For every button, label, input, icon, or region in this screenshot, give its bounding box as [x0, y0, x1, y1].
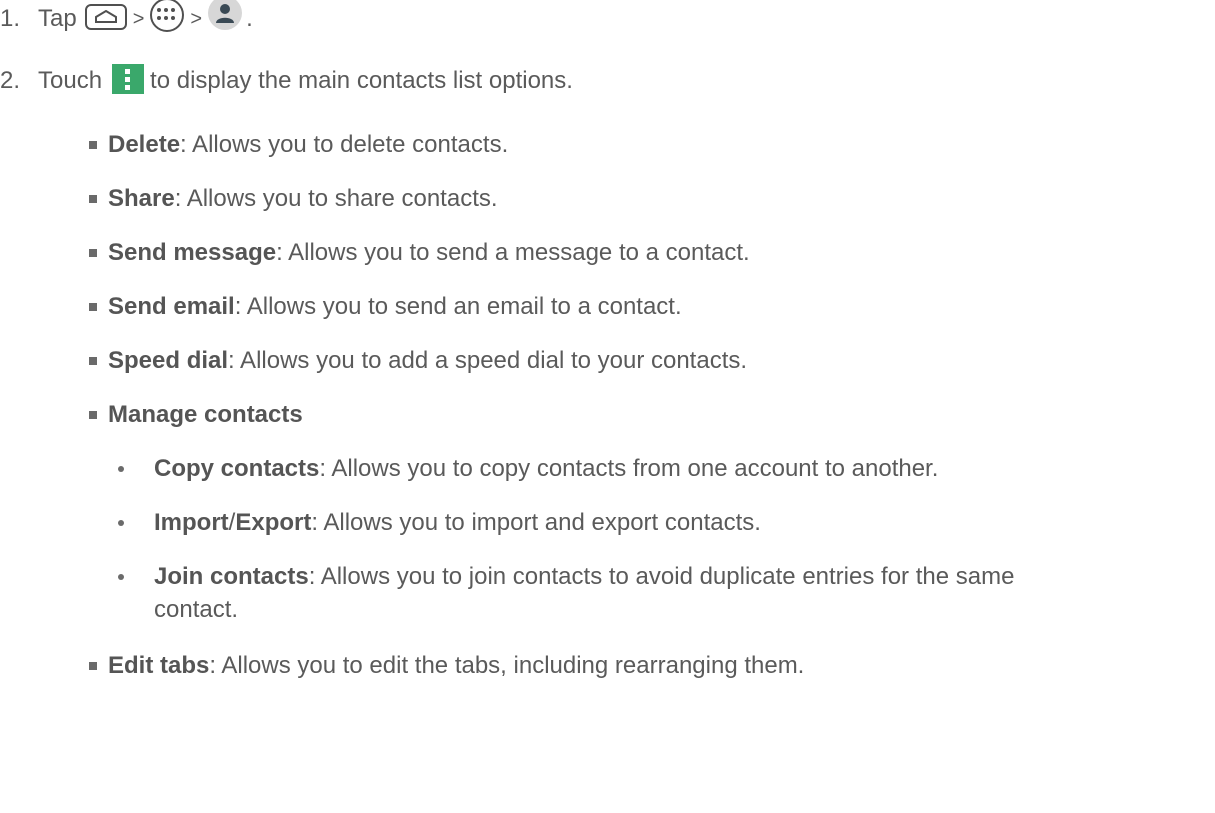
option-desc: : Allows you to edit the tabs, including… — [209, 652, 805, 679]
sub-list-item: Import/Export: Allows you to import and … — [154, 508, 761, 538]
bullet-icon — [89, 411, 97, 419]
list-item: Share: Allows you to share contacts. — [108, 184, 498, 214]
option-desc: : Allows you to delete contacts. — [180, 131, 509, 158]
apps-icon — [150, 0, 185, 32]
sub-bullet-icon — [118, 574, 124, 580]
option-desc: : Allows you to send an email to a conta… — [234, 293, 682, 320]
option-term: Send message — [108, 239, 277, 266]
step-text: Touch — [38, 67, 103, 94]
step-number: 1. — [0, 5, 21, 32]
list-item: Send email: Allows you to send an email … — [108, 292, 682, 322]
sub-bullet-icon — [118, 520, 124, 526]
menu-icon — [112, 64, 145, 94]
step-text: to display the main contacts list option… — [150, 67, 573, 94]
option-term: Speed dial — [108, 347, 229, 374]
home-icon — [84, 4, 127, 30]
separator: > — [132, 8, 145, 30]
step-text: Tap — [38, 5, 77, 32]
option-desc: : Allows you to copy contacts from one a… — [319, 455, 939, 482]
list-item: Speed dial: Allows you to add a speed di… — [108, 346, 747, 376]
list-item: Edit tabs: Allows you to edit the tabs, … — [108, 651, 804, 681]
sub-bullet-icon — [118, 466, 124, 472]
step-end: . — [246, 5, 253, 32]
step-2: 2. Touch to display the main contacts li… — [0, 64, 573, 96]
bullet-icon — [89, 662, 97, 670]
bullet-icon — [89, 195, 97, 203]
separator: > — [190, 8, 203, 30]
option-term: Delete — [108, 131, 181, 158]
option-desc: : Allows you to join contacts to avoid d… — [308, 563, 1015, 590]
sub-list-item: Copy contacts: Allows you to copy contac… — [154, 454, 938, 484]
option-term: Join contacts — [154, 563, 309, 590]
sub-list-item: Join contacts: Allows you to join contac… — [154, 562, 1014, 592]
option-desc: : Allows you to send a message to a cont… — [276, 239, 750, 266]
option-desc: : Allows you to add a speed dial to your… — [228, 347, 748, 374]
step-number: 2. — [0, 67, 21, 94]
option-term: Copy contacts — [154, 455, 320, 482]
option-term: Export — [235, 509, 312, 536]
option-term: Manage contacts — [108, 401, 303, 428]
list-item: Send message: Allows you to send a messa… — [108, 238, 750, 268]
bullet-icon — [89, 357, 97, 365]
bullet-icon — [89, 303, 97, 311]
option-desc: : Allows you to import and export contac… — [311, 509, 761, 536]
list-item: Manage contacts — [108, 400, 303, 430]
option-term: Import — [154, 509, 229, 536]
bullet-icon — [89, 249, 97, 257]
bullet-icon — [89, 141, 97, 149]
option-term: Share — [108, 185, 175, 212]
list-item: Delete: Allows you to delete contacts. — [108, 130, 508, 160]
contacts-icon — [208, 0, 243, 30]
sub-list-item-continuation: contact. — [154, 596, 239, 623]
step-1: 1. Tap > > . — [0, 0, 253, 36]
option-desc: : Allows you to share contacts. — [174, 185, 498, 212]
option-term: Send email — [108, 293, 235, 320]
option-term: Edit tabs — [108, 652, 210, 679]
